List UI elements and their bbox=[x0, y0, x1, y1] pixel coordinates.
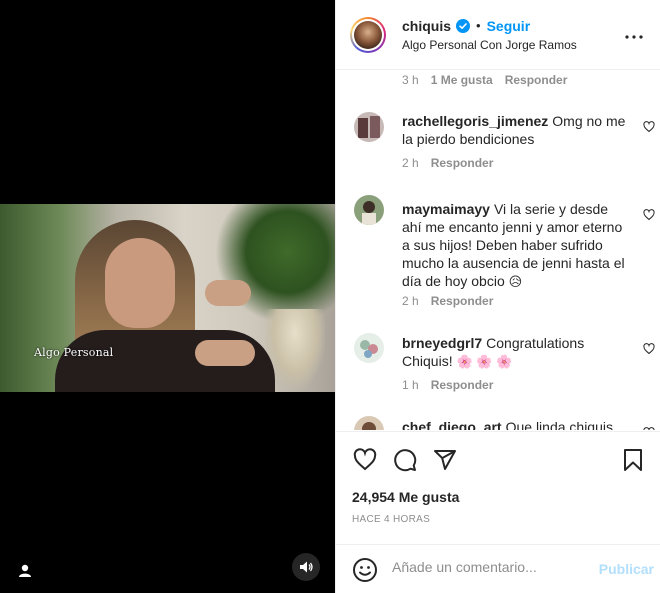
post-actions: 24,954 Me gusta HACE 4 HORAS bbox=[336, 431, 660, 544]
comment-time: 2 h bbox=[402, 294, 419, 308]
comment-username[interactable]: maymaimayy bbox=[402, 201, 490, 217]
post-subtitle[interactable]: Algo Personal Con Jorge Ramos bbox=[402, 38, 577, 52]
post-time: HACE 4 HORAS bbox=[352, 514, 431, 525]
emoji-icon[interactable] bbox=[352, 557, 378, 583]
comment-text: chef_diego_art Que linda chiquis bbox=[402, 418, 627, 430]
comment-time: 1 h bbox=[402, 378, 419, 392]
comment-emoji: 😥 bbox=[508, 274, 523, 289]
comments-list[interactable]: 3 h 1 Me gusta Responder rachellegoris_j… bbox=[336, 70, 660, 430]
comment-meta: 2 h Responder bbox=[402, 294, 505, 308]
header-separator: • bbox=[476, 18, 481, 33]
add-comment-bar: Publicar bbox=[336, 544, 660, 593]
comment-text: rachellegoris_jimenez Omg no me la pierdo… bbox=[402, 112, 627, 148]
comment-heart-icon[interactable] bbox=[643, 208, 655, 221]
comment-avatar[interactable] bbox=[354, 333, 384, 363]
user-tag-icon[interactable] bbox=[14, 560, 36, 582]
follow-button[interactable]: Seguir bbox=[487, 18, 531, 34]
comment-text: maymaimayy Vi la serie y desde ahí me enc… bbox=[402, 200, 627, 291]
video-frame[interactable] bbox=[0, 204, 335, 392]
comment-avatar[interactable] bbox=[354, 416, 384, 430]
comment-icon[interactable] bbox=[392, 447, 418, 473]
comment-meta: 3 h 1 Me gusta Responder bbox=[402, 73, 579, 87]
avatar-inner bbox=[352, 18, 384, 51]
heart-icon[interactable] bbox=[352, 447, 378, 473]
comment-username[interactable]: rachellegoris_jimenez bbox=[402, 113, 548, 129]
header-row: chiquis • Seguir bbox=[402, 18, 577, 34]
comment-emoji: 🌸 🌸 🌸 bbox=[456, 354, 513, 369]
reply-button[interactable]: Responder bbox=[431, 294, 494, 308]
comment-heart-icon[interactable] bbox=[643, 426, 655, 430]
comment-content: Que linda chiquis bbox=[505, 419, 613, 430]
reply-button[interactable]: Responder bbox=[431, 156, 494, 170]
verified-badge-icon bbox=[456, 18, 471, 33]
avatar-image bbox=[354, 20, 382, 49]
comment-likes[interactable]: 1 Me gusta bbox=[431, 73, 493, 87]
volume-icon[interactable] bbox=[292, 553, 320, 581]
comment-meta: 1 h Responder bbox=[402, 378, 505, 392]
reply-button[interactable]: Responder bbox=[431, 378, 494, 392]
post-panel: chiquis • Seguir Algo Personal Con Jorge… bbox=[335, 0, 660, 593]
comment-avatar[interactable] bbox=[354, 112, 384, 142]
comment-time: 3 h bbox=[402, 73, 419, 87]
publish-button[interactable]: Publicar bbox=[599, 561, 654, 577]
comment-username[interactable]: brneyedgrl7 bbox=[402, 335, 482, 351]
comment-text: brneyedgrl7 Congratulations Chiquis! 🌸 🌸 … bbox=[402, 334, 627, 371]
media-area[interactable]: Algo Personal bbox=[0, 0, 335, 593]
header-text: chiquis • Seguir Algo Personal Con Jorge… bbox=[402, 18, 577, 52]
post-header: chiquis • Seguir Algo Personal Con Jorge… bbox=[336, 0, 660, 70]
comment-avatar[interactable] bbox=[354, 195, 384, 225]
comment-heart-icon[interactable] bbox=[643, 120, 655, 133]
person-hand-left bbox=[195, 340, 255, 366]
reply-button[interactable]: Responder bbox=[505, 73, 568, 87]
person-hand-right bbox=[205, 280, 251, 306]
instagram-post-view: Algo Personal chiquis • Seguir Algo Pers… bbox=[0, 0, 660, 593]
comment-time: 2 h bbox=[402, 156, 419, 170]
video-person bbox=[55, 220, 275, 392]
bookmark-icon[interactable] bbox=[620, 447, 646, 473]
comment-username[interactable]: chef_diego_art bbox=[402, 419, 502, 430]
comment-input[interactable] bbox=[392, 559, 592, 575]
video-watermark: Algo Personal bbox=[34, 346, 114, 359]
avatar[interactable] bbox=[350, 16, 386, 53]
comment-meta: 2 h Responder bbox=[402, 156, 505, 170]
comment-heart-icon[interactable] bbox=[643, 342, 655, 355]
post-username[interactable]: chiquis bbox=[402, 18, 451, 34]
person-face bbox=[105, 238, 175, 328]
share-icon[interactable] bbox=[432, 447, 458, 473]
likes-count[interactable]: 24,954 Me gusta bbox=[352, 489, 459, 505]
more-horizontal-icon[interactable] bbox=[622, 25, 646, 49]
